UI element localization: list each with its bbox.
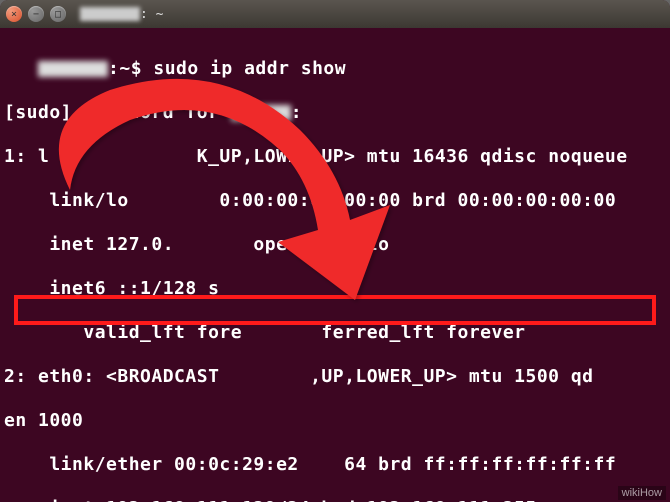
prompt-line: :~$ sudo ip addr show <box>4 58 666 80</box>
redacted-username <box>80 7 140 21</box>
minimize-icon[interactable]: − <box>28 6 44 22</box>
watermark: wikiHow <box>618 486 666 500</box>
output-line: link/lo 0:00:00:00:00:00 brd 00:00:00:00… <box>4 190 666 212</box>
window-title: : ~ <box>80 7 163 22</box>
terminal-window: × − □ : ~ :~$ sudo ip addr show [sudo] p… <box>0 0 670 502</box>
redacted-user <box>38 61 108 77</box>
highlighted-ip-line: inet 192.168.111.129/24 brd 192.168.111.… <box>4 498 666 502</box>
terminal-body[interactable]: :~$ sudo ip addr show [sudo] password fo… <box>0 28 670 502</box>
output-line: valid_lft fore ferred_lft forever <box>4 322 666 344</box>
sudo-line: [sudo] password for : <box>4 102 666 124</box>
output-line: 1: l K_UP,LOWER_UP> mtu 16436 qdisc noqu… <box>4 146 666 168</box>
output-line: 2: eth0: <BROADCAST ,UP,LOWER_UP> mtu 15… <box>4 366 666 388</box>
window-titlebar: × − □ : ~ <box>0 0 670 28</box>
maximize-icon[interactable]: □ <box>50 6 66 22</box>
output-line: link/ether 00:0c:29:e2 64 brd ff:ff:ff:f… <box>4 454 666 476</box>
output-line: en 1000 <box>4 410 666 432</box>
command-text: sudo ip addr show <box>153 58 346 79</box>
output-line: inet6 ::1/128 s <box>4 278 666 300</box>
close-icon[interactable]: × <box>6 6 22 22</box>
output-line: inet 127.0. ope ost lo <box>4 234 666 256</box>
redacted-user <box>231 105 291 121</box>
